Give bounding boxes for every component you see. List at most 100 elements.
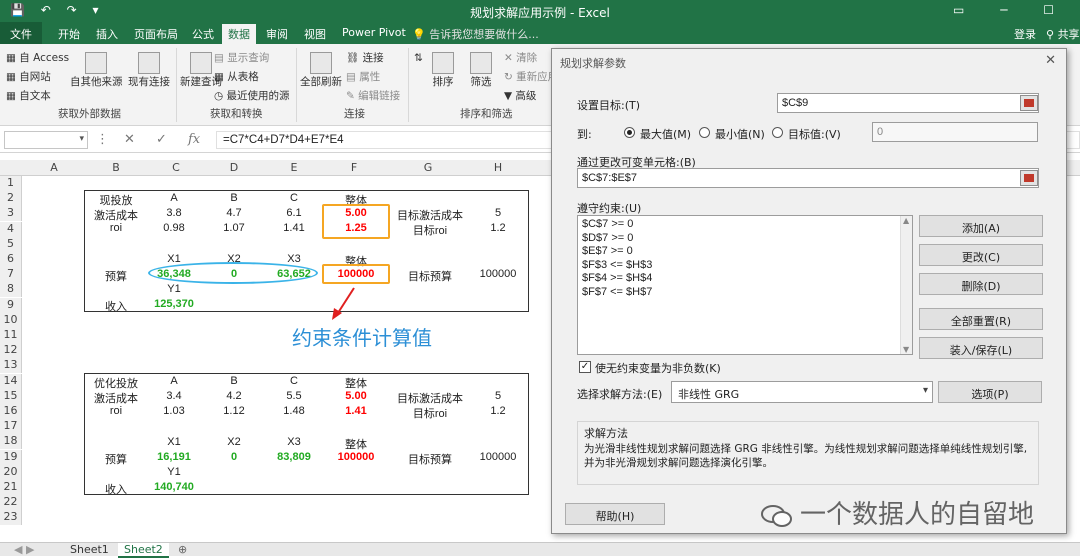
collapse-dialog-icon[interactable] xyxy=(1020,170,1038,186)
sort-az-button[interactable]: ⇅ xyxy=(414,52,423,64)
collapse-dialog-icon[interactable] xyxy=(1020,95,1038,111)
column-header-a[interactable]: A xyxy=(26,161,82,174)
row-header[interactable]: 1 xyxy=(0,176,22,191)
cancel-formula-icon[interactable]: ✕ xyxy=(124,132,135,147)
from-web-button[interactable]: ▦ 自网站 xyxy=(6,69,51,84)
cell-c2[interactable]: A xyxy=(144,192,204,204)
tab-power-pivot[interactable]: Power Pivot xyxy=(336,25,412,40)
enter-formula-icon[interactable]: ✓ xyxy=(156,132,167,147)
filter-button[interactable]: 筛选 xyxy=(470,52,492,89)
cell-c20[interactable]: Y1 xyxy=(144,466,204,478)
options-button[interactable]: 选项(P) xyxy=(938,381,1042,403)
row-header[interactable]: 23 xyxy=(0,510,22,526)
cell-c3[interactable]: 3.8 xyxy=(144,207,204,219)
list-item[interactable]: $F$7 <= $H$7 xyxy=(582,286,908,300)
cell-b19[interactable]: 预算 xyxy=(86,451,146,467)
window-controls[interactable]: ▭ ─ ☐ xyxy=(953,3,1070,17)
cell-b16[interactable]: roi xyxy=(86,405,146,417)
list-item[interactable]: $F$4 >= $H$4 xyxy=(582,272,908,286)
cell-f15[interactable]: 5.00 xyxy=(326,390,386,402)
cell-d19[interactable]: 0 xyxy=(204,451,264,463)
connections-button[interactable]: ⛓ 连接 xyxy=(346,50,384,65)
scroll-down-icon[interactable]: ▼ xyxy=(903,345,909,354)
cell-f16[interactable]: 1.41 xyxy=(326,405,386,417)
min-radio[interactable] xyxy=(699,127,710,138)
row-header[interactable]: 22 xyxy=(0,495,22,511)
changing-cells-input[interactable]: $C$7:$E$7 xyxy=(577,168,1039,188)
row-header[interactable]: 12 xyxy=(0,343,22,359)
list-item[interactable]: $D$7 >= 0 xyxy=(582,232,908,246)
row-header[interactable]: 13 xyxy=(0,358,22,374)
sort-button[interactable]: 排序 xyxy=(432,52,454,89)
cell-h4[interactable]: 1.2 xyxy=(468,222,528,234)
row-header[interactable]: 4 xyxy=(0,221,22,237)
tab-insert[interactable]: 插入 xyxy=(90,25,124,43)
cell-c9[interactable]: 125,370 xyxy=(144,298,204,310)
tell-me-box[interactable]: 💡 告诉我您想要做什么... xyxy=(412,26,539,42)
cell-b7[interactable]: 预算 xyxy=(86,268,146,284)
tab-view[interactable]: 视图 xyxy=(298,25,332,43)
row-header[interactable]: 14 xyxy=(0,373,22,389)
row-header[interactable]: 19 xyxy=(0,449,22,465)
row-header[interactable]: 3 xyxy=(0,206,22,222)
value-of-radio[interactable] xyxy=(772,127,783,138)
cell-g7[interactable]: 目标预算 xyxy=(392,268,468,284)
cell-b4[interactable]: roi xyxy=(86,222,146,234)
row-header[interactable]: 7 xyxy=(0,267,22,283)
add-sheet-icon[interactable]: ⊕ xyxy=(172,543,193,556)
refresh-all-button[interactable]: 全部刷新 xyxy=(300,52,342,89)
from-other-button[interactable]: 自其他来源 xyxy=(70,52,123,89)
cell-c14[interactable]: A xyxy=(144,375,204,387)
change-button[interactable]: 更改(C) xyxy=(919,244,1043,266)
row-header[interactable]: 6 xyxy=(0,252,22,267)
cell-g3[interactable]: 目标激活成本 xyxy=(392,207,468,223)
row-header[interactable]: 8 xyxy=(0,282,22,298)
cell-g4[interactable]: 目标roi xyxy=(392,222,468,238)
cell-d16[interactable]: 1.12 xyxy=(204,405,264,417)
cell-g16[interactable]: 目标roi xyxy=(392,405,468,421)
sheet-tab-sheet1[interactable]: Sheet1 xyxy=(64,543,115,556)
cell-d18[interactable]: X2 xyxy=(204,436,264,448)
cell-f19[interactable]: 100000 xyxy=(326,451,386,463)
cell-b15[interactable]: 激活成本 xyxy=(86,390,146,406)
cell-f14[interactable]: 整体 xyxy=(326,375,386,391)
cell-e3[interactable]: 6.1 xyxy=(264,207,324,219)
scroll-up-icon[interactable]: ▲ xyxy=(903,216,909,225)
add-button[interactable]: 添加(A) xyxy=(919,215,1043,237)
delete-button[interactable]: 删除(D) xyxy=(919,273,1043,295)
cell-h7[interactable]: 100000 xyxy=(468,268,528,280)
cell-e15[interactable]: 5.5 xyxy=(264,390,324,402)
show-queries-button[interactable]: ▤ 显示查询 xyxy=(214,50,269,65)
existing-connections-button[interactable]: 现有连接 xyxy=(128,52,170,89)
row-header[interactable]: 18 xyxy=(0,434,22,450)
cell-h15[interactable]: 5 xyxy=(468,390,528,402)
nonnegative-checkbox[interactable]: ✓ xyxy=(579,361,591,373)
cell-c8[interactable]: Y1 xyxy=(144,283,204,295)
column-header-e[interactable]: E xyxy=(264,161,324,174)
row-header[interactable]: 5 xyxy=(0,236,22,252)
cell-e2[interactable]: C xyxy=(264,192,324,204)
row-header[interactable]: 21 xyxy=(0,480,22,495)
row-header[interactable]: 16 xyxy=(0,404,22,419)
cell-g15[interactable]: 目标激活成本 xyxy=(392,390,468,406)
tab-review[interactable]: 审阅 xyxy=(260,25,294,43)
cell-d15[interactable]: 4.2 xyxy=(204,390,264,402)
column-header-h[interactable]: H xyxy=(468,161,528,174)
list-item[interactable]: $E$7 >= 0 xyxy=(582,245,908,259)
cell-e4[interactable]: 1.41 xyxy=(264,222,324,234)
max-radio[interactable] xyxy=(624,127,635,138)
from-access-button[interactable]: ▦ 自 Access xyxy=(6,50,69,65)
cell-d2[interactable]: B xyxy=(204,192,264,204)
from-text-button[interactable]: ▦ 自文本 xyxy=(6,88,51,103)
row-header[interactable]: 10 xyxy=(0,312,22,328)
solving-method-select[interactable]: 非线性 GRG ▾ xyxy=(671,381,933,403)
login-link[interactable]: 登录 xyxy=(1014,26,1036,42)
list-item[interactable]: $F$3 <= $H$3 xyxy=(582,259,908,273)
column-header-f[interactable]: F xyxy=(324,161,384,174)
cell-c15[interactable]: 3.4 xyxy=(144,390,204,402)
cell-c18[interactable]: X1 xyxy=(144,436,204,448)
tab-home[interactable]: 开始 xyxy=(52,25,86,43)
value-of-input[interactable]: 0 xyxy=(872,122,1038,142)
cell-c16[interactable]: 1.03 xyxy=(144,405,204,417)
cell-h16[interactable]: 1.2 xyxy=(468,405,528,417)
